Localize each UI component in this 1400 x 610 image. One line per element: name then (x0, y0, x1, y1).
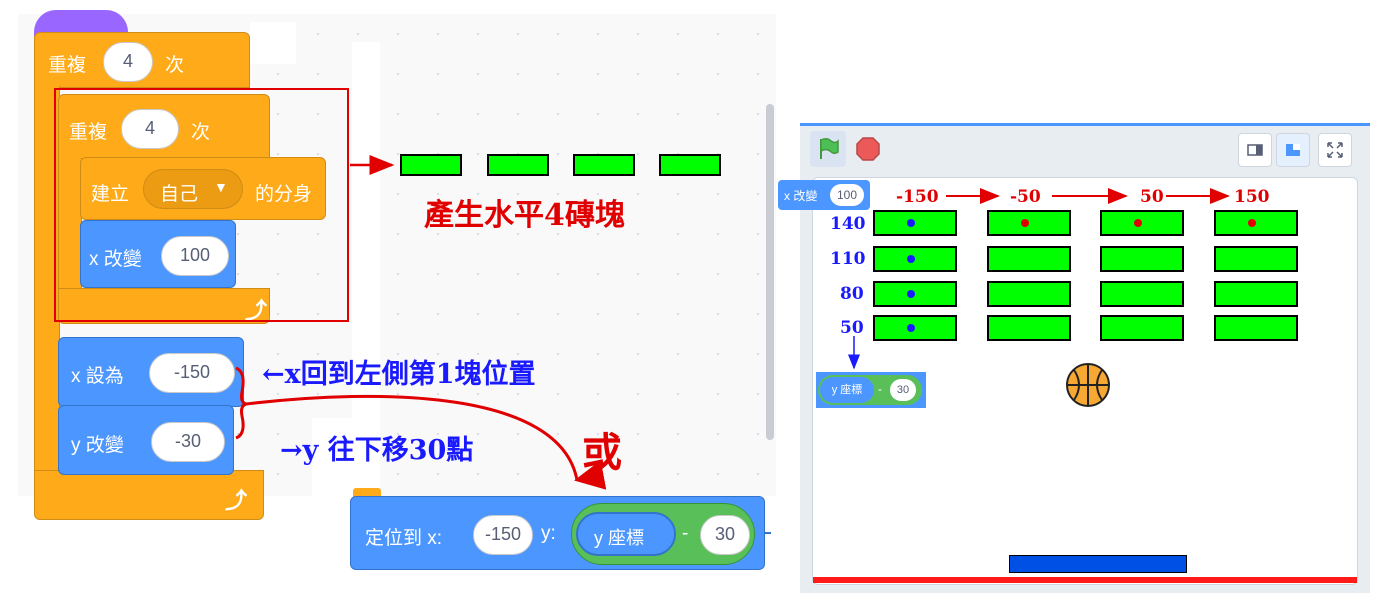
goto-y-label: y: (541, 523, 556, 544)
operator-sign: - (682, 523, 689, 544)
position-dot (1021, 219, 1029, 227)
paddle-sprite (1009, 555, 1187, 573)
y-label-4: 50 (840, 318, 864, 338)
stage-brick (1214, 210, 1298, 236)
mini-change-x-block: x 改變 100 (778, 180, 870, 210)
bricks-annotation: 產生水平4磚塊 (424, 198, 625, 233)
or-annotation: 或 (582, 429, 622, 476)
y-label-1: 140 (830, 214, 866, 234)
x-label-3: 50 (1140, 187, 1164, 207)
stage-brick (1214, 281, 1298, 307)
goto-xy-block[interactable]: 定位到 x: -150 y: y 座標 - 30 (350, 496, 765, 570)
highlight-box (54, 88, 349, 322)
stage-brick (987, 210, 1071, 236)
stage-brick (873, 210, 957, 236)
position-dot (907, 255, 915, 263)
mini-change-x-value: 100 (830, 184, 864, 206)
stage-brick (1100, 246, 1184, 272)
mini-operator-value: 30 (890, 379, 916, 401)
stage-brick (873, 246, 957, 272)
change-y-block[interactable]: y 改變 -30 (58, 405, 234, 475)
set-x-label: x 設為 (71, 366, 124, 387)
basketball-sprite (1066, 363, 1110, 407)
fullscreen-button[interactable] (1318, 133, 1352, 167)
position-dot (907, 324, 915, 332)
stop-button[interactable] (850, 131, 886, 167)
stage-brick (987, 315, 1071, 341)
normal-stage-button[interactable] (1276, 133, 1310, 167)
goto-label: 定位到 x: (365, 528, 443, 549)
mini-change-x-label: x 改變 (784, 189, 818, 203)
change-y-value[interactable]: -30 (151, 422, 225, 462)
workspace-scrollbar[interactable] (766, 104, 774, 440)
green-flag-icon (820, 137, 839, 159)
position-dot (1248, 219, 1256, 227)
mini-ycoord-block: y 座標 - 30 (816, 372, 926, 408)
operator-value[interactable]: 30 (700, 515, 750, 555)
position-dot (907, 219, 915, 227)
stage-brick (873, 281, 957, 307)
small-stage-button[interactable] (1238, 133, 1272, 167)
y-label-3: 80 (840, 284, 864, 304)
set-x-block[interactable]: x 設為 -150 (58, 337, 244, 407)
x-label-4: 150 (1234, 187, 1270, 207)
x-label-2: -50 (1010, 187, 1041, 207)
stage-brick (873, 315, 957, 341)
y-move-annotation: →y 往下移30點 (280, 435, 474, 466)
example-brick (573, 154, 635, 176)
stop-icon (856, 137, 880, 161)
outer-repeat-label: 重複 (48, 55, 87, 76)
position-dot (907, 290, 915, 298)
outer-repeat-suffix: 次 (165, 55, 185, 76)
example-brick (659, 154, 721, 176)
stage-brick (987, 246, 1071, 272)
stage-brick (1214, 315, 1298, 341)
x-label-1: -150 (896, 187, 939, 207)
y-position-reporter-label: y 座標 (594, 528, 645, 548)
goto-x-value[interactable]: -150 (473, 515, 533, 555)
fullscreen-icon (1327, 142, 1343, 158)
outer-repeat-footer: ⤴ (34, 470, 264, 520)
goto-connector (765, 532, 771, 534)
mini-operator-sign: - (878, 382, 882, 396)
stage-brick (1100, 210, 1184, 236)
example-brick (487, 154, 549, 176)
outer-repeat-count[interactable]: 4 (103, 42, 153, 82)
stage-brick (1100, 315, 1184, 341)
mini-ycoord-reporter: y 座標 (820, 377, 874, 403)
y-label-2: 110 (830, 249, 866, 269)
subtract-operator[interactable]: y 座標 - 30 (571, 503, 755, 565)
workspace-gap (250, 22, 296, 64)
normal-stage-icon (1286, 144, 1300, 156)
mini-subtract-operator: y 座標 - 30 (818, 375, 922, 405)
position-dot (1134, 219, 1142, 227)
outer-repeat-block[interactable]: 重複 4 次 (34, 32, 250, 88)
floor-line (813, 577, 1357, 583)
y-position-reporter[interactable]: y 座標 (576, 512, 676, 556)
stage-brick (987, 281, 1071, 307)
change-y-label: y 改變 (71, 435, 124, 456)
small-stage-icon (1247, 144, 1263, 156)
stage-brick (1100, 281, 1184, 307)
green-flag-button[interactable] (810, 131, 846, 167)
x-reset-annotation: ←x回到左側第1塊位置 (262, 359, 536, 390)
set-x-value[interactable]: -150 (149, 353, 235, 393)
stage-brick (1214, 246, 1298, 272)
loop-arrow-icon: ⤴ (225, 488, 248, 513)
example-brick (400, 154, 462, 176)
